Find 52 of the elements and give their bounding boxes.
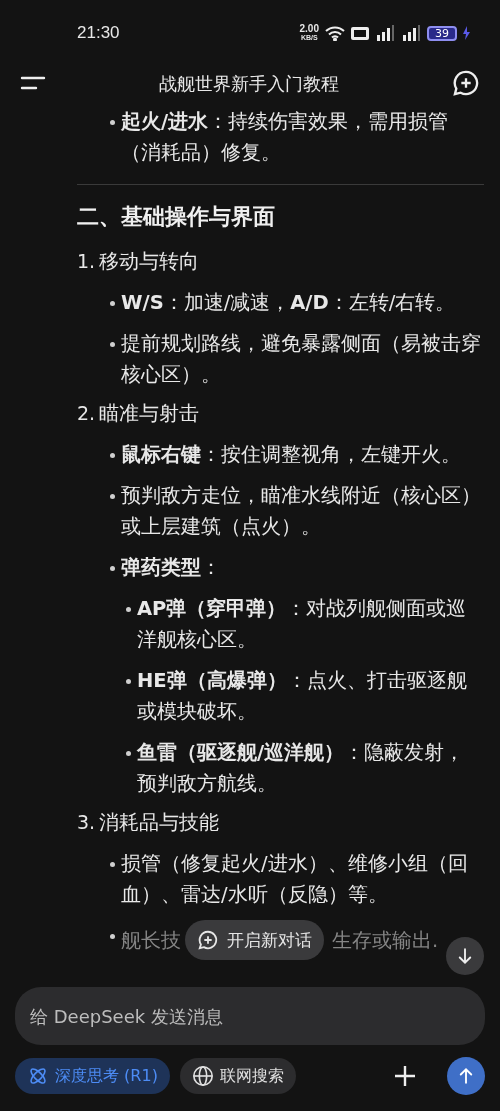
atom-icon (27, 1065, 49, 1087)
signal-icon (375, 25, 395, 41)
list-number: 1. (77, 249, 97, 274)
bullet-text: 舰长技 (121, 927, 181, 954)
chat-title: 战舰世界新手入门教程 (158, 71, 340, 96)
bullet-icon (109, 566, 115, 571)
bullet-text: 起火/进水：持续伤害效果，需用损管（消耗品）修复。 (121, 109, 450, 166)
new-chat-icon[interactable] (452, 69, 480, 97)
list-number: 3. (77, 810, 97, 835)
list-number: 2. (77, 401, 97, 426)
bullet-text: W/S：加速/减速，A/D：左转/右转。 (121, 290, 457, 316)
bullet-text: 生存或输出. (332, 927, 439, 954)
battery-indicator: 39 (427, 25, 457, 41)
chat-plus-icon (197, 929, 219, 951)
bullet-text: 损管（修复起火/进水）、维修小组（回血）、雷达/水听（反隐）等。 (121, 851, 469, 908)
bullet-icon (125, 751, 131, 756)
bullet-icon (109, 301, 115, 306)
globe-icon (191, 1065, 214, 1087)
bullet-icon (109, 120, 115, 125)
bullet-text: HE弹（高爆弹）：点火、打击驱逐舰或模块破坏。 (137, 668, 468, 725)
mode-toggle[interactable]: 联网搜索 (179, 1058, 296, 1094)
hd-icon (351, 26, 369, 40)
new-chat-button[interactable]: 开启新对话 (185, 920, 324, 960)
list-heading: 消耗品与技能 (99, 810, 219, 836)
bullet-icon (109, 453, 115, 458)
mode-toggle[interactable]: 深度思考 (R1) (15, 1058, 170, 1094)
bullet-icon (109, 862, 115, 867)
bullet-text: 鱼雷（驱逐舰/巡洋舰）：隐蔽发射，预判敌方航线。 (137, 740, 466, 797)
section-heading: 二、基础操作与界面 (77, 203, 276, 231)
bullet-icon (109, 342, 115, 347)
bullet-text: 弹药类型： (121, 555, 222, 581)
bullet-icon (125, 679, 131, 684)
signal-icon (401, 25, 421, 41)
menu-icon[interactable] (20, 74, 46, 92)
scroll-down-button[interactable] (446, 937, 484, 975)
message-input[interactable]: 给 DeepSeek 发送消息 (15, 987, 485, 1045)
list-heading: 移动与转向 (99, 249, 199, 275)
plus-icon[interactable] (393, 1064, 417, 1088)
send-button[interactable] (447, 1057, 485, 1095)
bullet-text: 提前规划路线，避免暴露侧面（易被击穿核心区）。 (121, 331, 482, 388)
status-time: 21:30 (77, 22, 120, 45)
charging-icon (463, 26, 470, 40)
bullet-icon (109, 494, 115, 499)
bullet-text: 鼠标右键：按住调整视角，左键开火。 (121, 442, 462, 468)
bullet-text: 预判敌方走位，瞄准水线附近（核心区）或上层建筑（点火）。 (121, 483, 482, 540)
wifi-icon (325, 25, 345, 41)
bullet-icon (125, 607, 131, 612)
bullet-text: AP弹（穿甲弹）：对战列舰侧面或巡洋舰核心区。 (137, 596, 468, 653)
list-heading: 瞄准与射击 (99, 401, 199, 427)
arrow-up-icon (457, 1067, 475, 1085)
bullet-icon (109, 934, 115, 939)
arrow-down-icon (456, 947, 474, 965)
